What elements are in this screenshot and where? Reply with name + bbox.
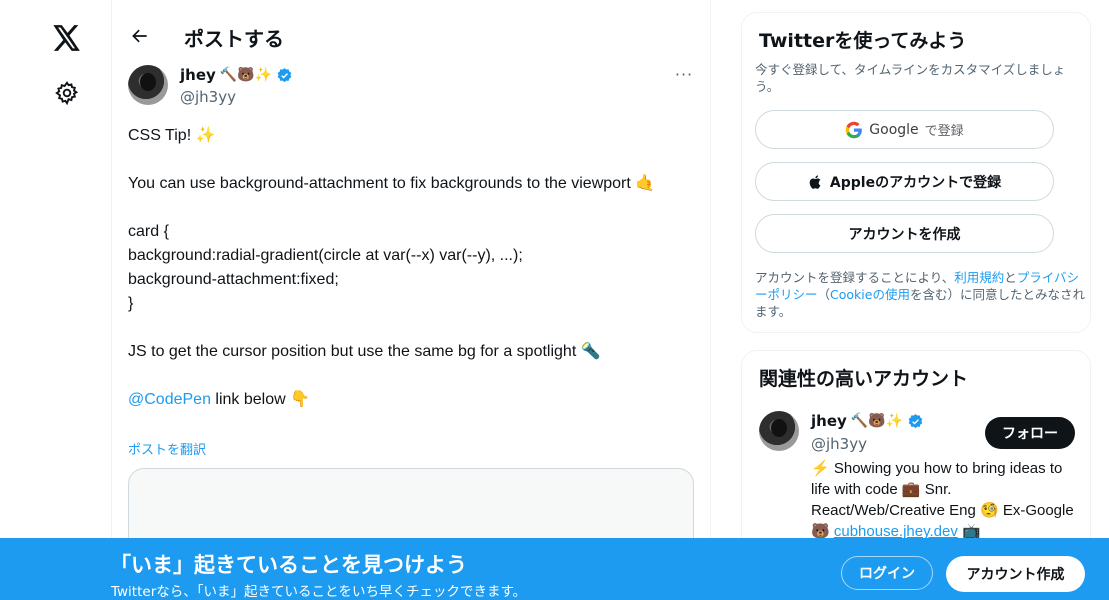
more-options-icon[interactable]: ··· bbox=[672, 64, 696, 84]
cookie-link[interactable]: Cookieの使用 bbox=[830, 287, 910, 302]
back-button[interactable] bbox=[126, 22, 154, 50]
google-icon bbox=[846, 121, 863, 138]
apple-signup-label: Appleのアカウントで登録 bbox=[829, 174, 1002, 191]
signup-banner: 「いま」起きていることを見つけよう Twitterなら、「いま」起きていることを… bbox=[0, 538, 1109, 600]
recommended-emojis: 🔨🐻✨ bbox=[850, 413, 904, 429]
google-signup-button[interactable]: Google で登録 bbox=[755, 110, 1054, 149]
recommended-avatar[interactable] bbox=[759, 411, 799, 451]
gear-icon[interactable] bbox=[48, 74, 86, 112]
recommended-handle[interactable]: @jh3yy bbox=[811, 435, 867, 453]
arrow-left-icon bbox=[132, 29, 147, 43]
page-title: ポストする bbox=[184, 27, 284, 51]
post-body: CSS Tip! ✨ You can use background-attach… bbox=[128, 124, 688, 412]
follow-button[interactable]: フォロー bbox=[985, 417, 1075, 449]
post-header: ポストする bbox=[112, 0, 711, 72]
legal-text-and: と bbox=[1004, 270, 1017, 285]
create-account-label: アカウントを作成 bbox=[848, 226, 961, 243]
apple-signup-button[interactable]: Appleのアカウントで登録 bbox=[755, 162, 1054, 201]
author-handle[interactable]: @jh3yy bbox=[180, 88, 236, 106]
legal-text: アカウントを登録することにより、 bbox=[755, 270, 955, 285]
post-text: CSS Tip! ✨ You can use background-attach… bbox=[128, 127, 656, 360]
signup-card: Twitterを使ってみよう 今すぐ登録して、タイムラインをカスタマイズしましょ… bbox=[741, 12, 1091, 333]
verified-badge-icon bbox=[907, 413, 924, 430]
post-text-tail: link below 👇 bbox=[210, 391, 311, 408]
apple-icon bbox=[809, 174, 821, 189]
recommended-name[interactable]: jhey bbox=[811, 412, 847, 430]
legal-text-open: （ bbox=[817, 287, 831, 302]
author-avatar[interactable] bbox=[128, 65, 168, 105]
banner-subtitle: Twitterなら、「いま」起きていることをいち早くチェックできます。 bbox=[111, 584, 527, 600]
author-name-row[interactable]: jhey 🔨🐻✨ bbox=[180, 66, 293, 84]
post-column: ポストする jhey 🔨🐻✨ @jh3yy ··· CSS Tip! ✨ You… bbox=[112, 0, 711, 600]
signup-card-title: Twitterを使ってみよう bbox=[759, 30, 967, 52]
legal-notice: アカウントを登録することにより、利用規約とプライバシーポリシー（Cookieの使… bbox=[755, 269, 1085, 320]
verified-badge-icon bbox=[276, 67, 293, 84]
translate-post-link[interactable]: ポストを翻訳 bbox=[128, 439, 206, 458]
recommended-accounts-title: 関連性の高いアカウント bbox=[759, 368, 969, 390]
recommended-name-row[interactable]: jhey 🔨🐻✨ bbox=[811, 412, 924, 430]
recommended-bio: ⚡ Showing you how to bring ideas to life… bbox=[811, 458, 1079, 542]
google-signup-suffix: で登録 bbox=[924, 124, 964, 139]
left-nav bbox=[0, 0, 112, 600]
mention-link[interactable]: @CodePen bbox=[128, 391, 211, 408]
terms-link[interactable]: 利用規約 bbox=[954, 270, 1004, 285]
banner-title: 「いま」起きていることを見つけよう bbox=[110, 553, 467, 577]
google-signup-label: Google bbox=[869, 121, 919, 138]
author-name[interactable]: jhey bbox=[180, 66, 216, 84]
create-account-button[interactable]: アカウントを作成 bbox=[755, 214, 1054, 253]
signup-card-description: 今すぐ登録して、タイムラインをカスタマイズしましょう。 bbox=[755, 62, 1066, 94]
author-emojis: 🔨🐻✨ bbox=[219, 67, 273, 83]
login-button[interactable]: ログイン bbox=[841, 556, 933, 590]
signup-button[interactable]: アカウント作成 bbox=[946, 556, 1085, 592]
x-logo-icon[interactable] bbox=[48, 19, 86, 57]
